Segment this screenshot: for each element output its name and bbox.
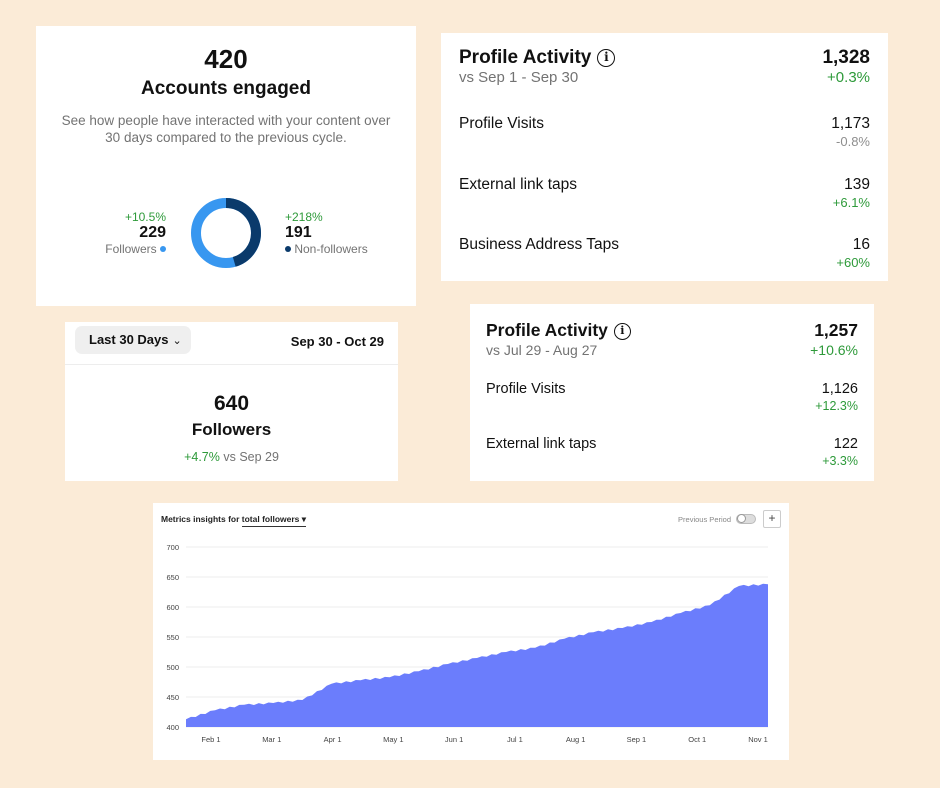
row-external-link-taps-change: +3.3% (822, 454, 858, 468)
row-business-address-taps-label: Business Address Taps (459, 236, 619, 253)
date-range-dropdown[interactable]: Last 30 Days ⌄ (75, 326, 191, 354)
row-business-address-taps-value: 16 (852, 236, 870, 253)
accounts-engaged-count: 420 (204, 44, 248, 74)
followers-total: 640 (213, 392, 250, 415)
y-tick-label: 700 (166, 543, 179, 552)
info-icon[interactable]: i (597, 49, 616, 67)
previous-period-label: Previous Period (678, 515, 731, 524)
profile-activity-total-change: +10.6% (810, 342, 858, 358)
followers-change: +10.5% (124, 210, 166, 224)
followers-count: 229 (139, 224, 166, 241)
y-tick-label: 550 (166, 633, 179, 642)
row-external-link-taps-change: +6.1% (832, 195, 870, 210)
x-tick-label: Sep 1 (627, 735, 647, 744)
date-range-text: Sep 30 - Oct 29 (290, 334, 384, 349)
non-followers-label-row: Non-followers (285, 242, 368, 256)
x-tick-label: May 1 (383, 735, 403, 744)
non-followers-label: Non-followers (294, 242, 368, 256)
non-followers-dot-icon (285, 246, 291, 252)
followers-comparison: +4.7% vs Sep 29 (65, 450, 398, 464)
followers-dot-icon (160, 246, 166, 252)
metrics-insights-card: 400 450 500 550 600 650 700 Feb 1 Mar 1 Apr 1 May … (153, 503, 789, 760)
accounts-engaged-card: 420 Accounts engaged See how people have… (36, 26, 416, 306)
accounts-engaged-description: See how people have interacted with your… (61, 113, 391, 145)
y-tick-label: 500 (166, 663, 179, 672)
row-profile-visits-change: +12.3% (815, 399, 858, 413)
row-external-link-taps-label: External link taps (459, 176, 578, 193)
non-followers-legend: +218% 191 Non-followers (285, 210, 368, 256)
add-button[interactable]: + (763, 510, 781, 528)
row-business-address-taps-change: +60% (836, 255, 870, 270)
metric-selector[interactable]: total followers ▾ (241, 514, 307, 527)
row-profile-visits-value: 1,126 (821, 381, 858, 397)
accounts-engaged-title: Accounts engaged (141, 78, 311, 99)
x-tick-label: Oct 1 (688, 735, 706, 744)
profile-activity-card-sep: Profile Activity i vs Sep 1 - Sep 30 1,32… (441, 33, 888, 281)
profile-activity-compare: vs Jul 29 - Aug 27 (486, 342, 598, 358)
info-icon[interactable]: i (613, 323, 631, 340)
non-followers-change: +218% (285, 210, 323, 224)
profile-activity-compare: vs Sep 1 - Sep 30 (459, 69, 579, 86)
caret-down-icon: ▾ (301, 514, 307, 524)
profile-activity-total: 1,328 (822, 47, 870, 68)
y-tick-label: 450 (166, 693, 179, 702)
x-tick-label: Mar 1 (262, 735, 281, 744)
row-profile-visits-label: Profile Visits (486, 381, 566, 397)
row-profile-visits-value: 1,173 (831, 115, 870, 132)
x-tick-label: Jun 1 (445, 735, 463, 744)
profile-activity-title: Profile Activity i (459, 47, 616, 69)
metrics-prefix: Metrics insights for (161, 514, 240, 524)
previous-period-control: Previous Period (678, 514, 756, 524)
y-tick-label: 600 (166, 603, 179, 612)
followers-card: Last 30 Days ⌄ Sep 30 - Oct 29 640 Follow… (65, 322, 398, 481)
followers-area-chart: 400 450 500 550 600 650 700 Feb 1 Mar 1 Apr 1 May … (166, 543, 768, 744)
row-external-link-taps-value: 139 (844, 176, 870, 193)
profile-activity-total-change: +0.3% (827, 69, 870, 86)
x-tick-label: Nov 1 (748, 735, 768, 744)
series-area (186, 583, 768, 727)
followers-card-header: Last 30 Days ⌄ Sep 30 - Oct 29 (65, 322, 398, 365)
followers-label: Followers (105, 242, 157, 256)
followers-change: +4.7% (184, 450, 220, 464)
non-followers-count: 191 (285, 224, 312, 241)
row-profile-visits-change: -0.8% (836, 134, 870, 149)
date-range-dropdown-label: Last 30 Days (89, 332, 169, 347)
profile-activity-title: Profile Activity i (486, 320, 631, 341)
previous-period-toggle[interactable] (736, 514, 756, 524)
y-tick-label: 650 (166, 573, 179, 582)
profile-activity-total: 1,257 (814, 320, 858, 340)
y-tick-label: 400 (166, 723, 179, 732)
metric-selector-label: total followers (241, 514, 300, 524)
followers-label-row: Followers (105, 242, 166, 256)
profile-activity-card-aug: Profile Activity i vs Jul 29 - Aug 27 1,2… (470, 304, 874, 481)
x-tick-label: Feb 1 (201, 735, 220, 744)
chevron-down-icon: ⌄ (172, 335, 182, 347)
engagement-donut-chart (191, 198, 261, 268)
row-profile-visits-label: Profile Visits (459, 115, 544, 132)
followers-title: Followers (191, 420, 272, 439)
profile-activity-title-text: Profile Activity (486, 320, 608, 340)
row-external-link-taps-label: External link taps (486, 436, 597, 452)
profile-activity-title-text: Profile Activity (459, 47, 592, 68)
metrics-insights-header: Metrics insights for total followers ▾ (161, 514, 307, 527)
x-tick-label: Jul 1 (507, 735, 523, 744)
row-external-link-taps-value: 122 (833, 436, 858, 452)
followers-legend: +10.5% 229 Followers (105, 210, 166, 256)
followers-compare-date: vs Sep 29 (223, 450, 279, 464)
x-tick-label: Apr 1 (324, 735, 342, 744)
x-tick-label: Aug 1 (566, 735, 586, 744)
